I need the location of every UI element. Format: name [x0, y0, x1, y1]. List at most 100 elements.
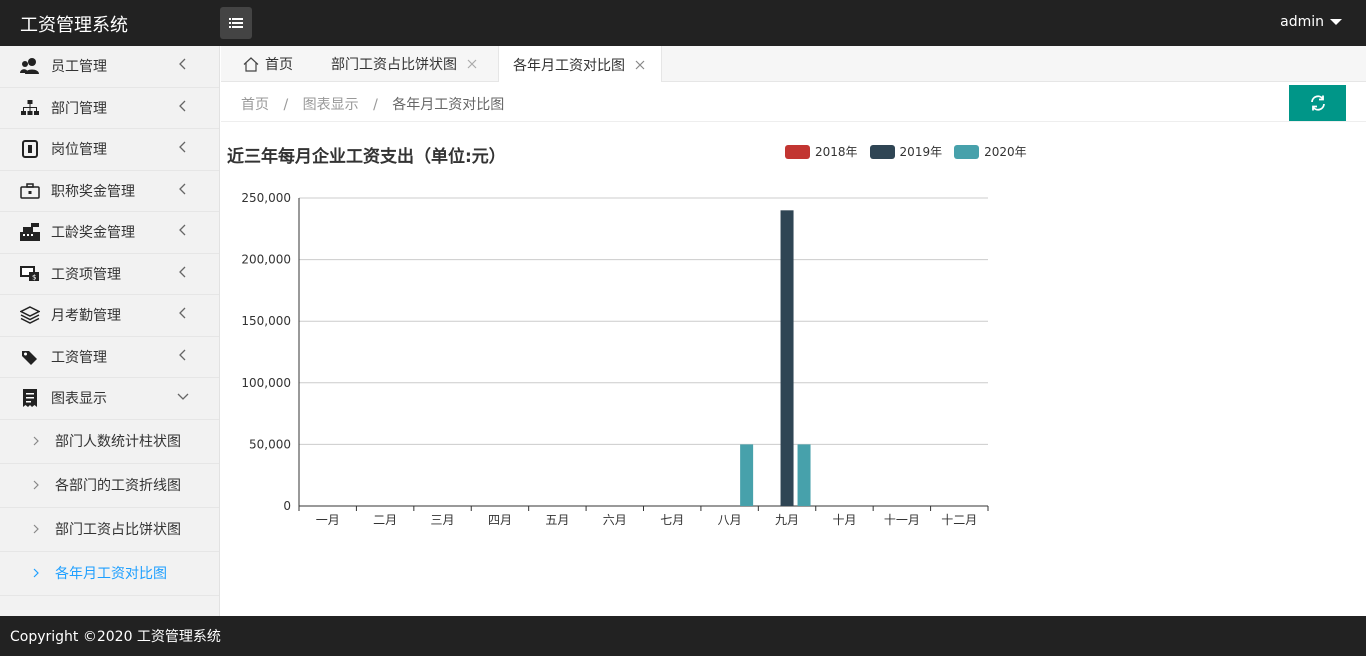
username: admin — [1280, 14, 1324, 30]
chevron-right-icon — [33, 480, 39, 490]
chevron-left-icon — [179, 349, 186, 360]
sidebar-subitem-dept-salary-pie[interactable]: 部门工资占比饼状图 — [0, 508, 219, 552]
chevron-left-icon — [179, 58, 186, 70]
y-tick-label: 100,000 — [241, 376, 291, 390]
sidebar-item-department[interactable]: 部门管理 — [0, 88, 219, 129]
sidebar-subitem-label: 各部门的工资折线图 — [55, 478, 181, 494]
sidebar-item-label: 员工管理 — [51, 59, 107, 76]
sidebar-item-salary-items[interactable]: $ 工资项管理 — [0, 254, 219, 295]
menu-toggle-button[interactable] — [220, 7, 252, 39]
money-screen-icon: $ — [20, 264, 40, 284]
sidebar-subitem-label: 各年月工资对比图 — [55, 566, 167, 582]
home-icon — [243, 56, 259, 72]
sidebar-item-position[interactable]: 岗位管理 — [0, 129, 219, 171]
chevron-left-icon — [179, 224, 186, 236]
x-tick-label: 四月 — [488, 513, 512, 527]
sidebar-subitem-dept-salary-line[interactable]: 各部门的工资折线图 — [0, 464, 219, 508]
sidebar-item-label: 图表显示 — [51, 391, 107, 408]
bar — [780, 210, 794, 506]
sitemap-icon — [20, 98, 40, 118]
sidebar-item-seniority-bonus[interactable]: 工龄奖金管理 — [0, 212, 219, 254]
app-title: 工资管理系统 — [20, 15, 128, 36]
bar — [740, 444, 754, 506]
sidebar-item-label: 工资管理 — [51, 349, 107, 366]
layers-icon — [20, 305, 40, 325]
x-tick-label: 二月 — [373, 513, 397, 527]
y-tick-label: 0 — [283, 499, 291, 513]
sidebar-item-attendance[interactable]: 月考勤管理 — [0, 295, 219, 337]
sidebar-item-employee[interactable]: 员工管理 — [0, 46, 219, 88]
top-bar: 工资管理系统 admin — [0, 0, 1366, 46]
breadcrumb-section[interactable]: 图表显示 — [303, 97, 359, 113]
close-icon[interactable] — [635, 60, 645, 70]
tags-icon — [20, 347, 40, 367]
user-group-icon — [20, 56, 40, 76]
sidebar-subitem-label: 部门人数统计柱状图 — [55, 434, 181, 450]
x-tick-label: 九月 — [775, 513, 799, 527]
chevron-down-icon — [177, 393, 189, 400]
x-tick-label: 七月 — [660, 513, 684, 527]
x-tick-label: 八月 — [718, 513, 742, 527]
sidebar-item-salary[interactable]: 工资管理 — [0, 337, 219, 378]
chevron-left-icon — [179, 100, 186, 111]
x-tick-label: 六月 — [603, 513, 627, 527]
caret-down-icon — [1330, 19, 1342, 25]
y-tick-label: 150,000 — [241, 314, 291, 328]
tab-label: 各年月工资对比图 — [513, 57, 625, 74]
x-tick-label: 一月 — [316, 513, 340, 527]
footer: Copyright ©2020 工资管理系统 — [0, 616, 1366, 656]
tabs-bar: 首页 部门工资占比饼状图 各年月工资对比图 — [221, 46, 1366, 83]
tab-label: 部门工资占比饼状图 — [331, 57, 457, 73]
breadcrumb: 首页 / 图表显示 / 各年月工资对比图 — [241, 94, 504, 114]
refresh-button[interactable] — [1289, 85, 1346, 121]
x-tick-label: 十二月 — [941, 513, 977, 527]
sidebar-item-label: 工资项管理 — [51, 266, 121, 283]
bar — [797, 444, 811, 506]
x-tick-label: 五月 — [545, 513, 569, 527]
y-tick-label: 200,000 — [241, 253, 291, 267]
hamburger-icon — [229, 18, 243, 28]
tab-home[interactable]: 首页 — [243, 46, 293, 82]
user-menu[interactable]: admin — [1280, 14, 1342, 30]
sidebar-subitem-yearly-compare[interactable]: 各年月工资对比图 — [0, 552, 219, 596]
sidebar-item-label: 岗位管理 — [51, 142, 107, 159]
breadcrumb-separator: / — [373, 97, 378, 113]
sidebar-subitem-dept-headcount[interactable]: 部门人数统计柱状图 — [0, 420, 219, 464]
chevron-left-icon — [179, 307, 186, 319]
tab-yearly-compare[interactable]: 各年月工资对比图 — [498, 46, 662, 83]
bar-chart: 0 50,000 100,000 150,000 200,000 250,000 一月 二月 三… — [241, 191, 989, 527]
cash-register-icon — [20, 222, 40, 242]
tab-dept-salary-pie[interactable]: 部门工资占比饼状图 — [331, 46, 477, 82]
chart-panel: 近三年每月企业工资支出（单位:元） 2018年 2019年 2020年 0 50,… — [221, 122, 1366, 615]
sidebar: 员工管理 部门管理 岗位管理 职称奖金管理 工龄奖金管理 $ 工资项管理 月考勤… — [0, 46, 220, 616]
chevron-left-icon — [179, 266, 186, 277]
x-tick-label: 十一月 — [884, 513, 920, 527]
x-tick-label: 十月 — [832, 513, 856, 527]
breadcrumb-current: 各年月工资对比图 — [392, 97, 505, 113]
close-icon[interactable] — [467, 59, 477, 69]
id-card-icon — [20, 139, 40, 159]
breadcrumb-home[interactable]: 首页 — [241, 97, 269, 113]
breadcrumb-bar: 首页 / 图表显示 / 各年月工资对比图 — [221, 82, 1366, 122]
tab-label: 首页 — [265, 57, 293, 73]
sidebar-item-title-bonus[interactable]: 职称奖金管理 — [0, 171, 219, 212]
y-tick-label: 250,000 — [241, 191, 291, 205]
svg-text:$: $ — [32, 273, 36, 281]
chevron-right-icon — [33, 568, 39, 578]
chevron-right-icon — [33, 436, 39, 446]
chevron-right-icon — [33, 524, 39, 534]
sidebar-subitem-label: 部门工资占比饼状图 — [55, 522, 181, 538]
sidebar-item-label: 部门管理 — [51, 100, 107, 117]
sidebar-item-label: 月考勤管理 — [51, 308, 121, 325]
y-tick-label: 50,000 — [249, 437, 291, 451]
sidebar-item-label: 工龄奖金管理 — [51, 225, 135, 242]
x-tick-label: 三月 — [431, 513, 455, 527]
chevron-left-icon — [179, 183, 186, 194]
briefcase-icon — [20, 181, 40, 201]
chevron-left-icon — [179, 141, 186, 153]
sidebar-item-label: 职称奖金管理 — [51, 183, 135, 200]
refresh-icon — [1310, 95, 1325, 111]
breadcrumb-separator: / — [283, 97, 289, 113]
receipt-icon — [20, 388, 40, 408]
sidebar-item-charts[interactable]: 图表显示 — [0, 378, 219, 420]
